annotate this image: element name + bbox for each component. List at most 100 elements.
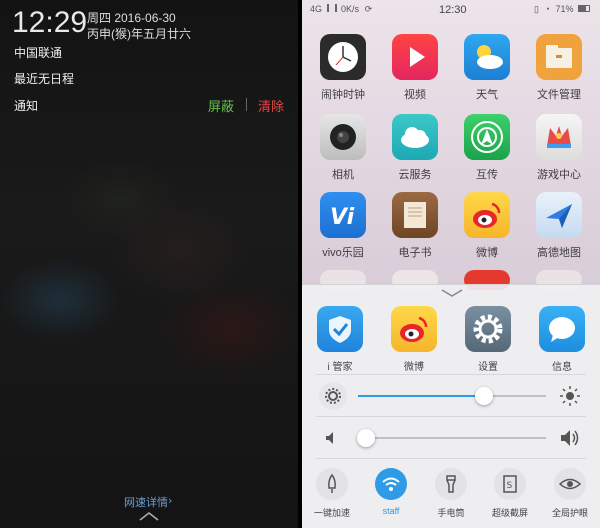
- network-speed-link[interactable]: 网速详情: [124, 494, 168, 510]
- status-right: ▯ ◔ 71%: [534, 4, 590, 15]
- app-label: 高德地图: [537, 247, 581, 259]
- gear-icon: [325, 388, 341, 404]
- wifi-icon: [375, 468, 407, 500]
- volume-high-icon: [561, 430, 579, 446]
- volume-thumb[interactable]: [357, 429, 375, 447]
- file-manager-icon: [536, 34, 582, 80]
- quick-app-messages[interactable]: 信息: [530, 306, 594, 373]
- volume-row: [302, 420, 600, 456]
- schedule-status: 最近无日程: [14, 72, 75, 86]
- volume-low-icon: [326, 432, 333, 444]
- toggle-label: 一键加速: [313, 508, 350, 518]
- app-weibo[interactable]: 微博: [452, 192, 522, 260]
- brightness-icon: [560, 386, 580, 406]
- app-clock[interactable]: 闹钟时钟: [308, 34, 378, 102]
- quick-app-weibo[interactable]: 微博: [382, 306, 446, 373]
- chevron-up-icon[interactable]: [138, 510, 160, 522]
- screenshot-icon: S: [494, 468, 526, 500]
- game-center-icon: [536, 114, 582, 160]
- notifications-label: 通知: [14, 99, 39, 113]
- app-game-center[interactable]: 游戏中心: [524, 114, 594, 182]
- toggle-label: staff: [382, 506, 400, 516]
- app-label: 电子书: [398, 247, 432, 259]
- toggle-label: 超级截屏: [491, 508, 528, 518]
- app-video[interactable]: 视频: [380, 34, 450, 102]
- app-label: 相机: [332, 169, 354, 181]
- app-label: 微博: [476, 247, 498, 259]
- clear-button[interactable]: 清除: [258, 96, 284, 115]
- messages-icon: [539, 306, 585, 352]
- toggle-boost[interactable]: 一键加速: [302, 468, 362, 519]
- video-icon: [392, 34, 438, 80]
- svg-text:S: S: [507, 481, 513, 491]
- app-amap[interactable]: 高德地图: [524, 192, 594, 260]
- flashlight-icon: [435, 468, 467, 500]
- chevron-down-icon[interactable]: [440, 288, 464, 298]
- battery-level: 71%: [555, 4, 574, 14]
- app-label: vivo乐园: [322, 247, 364, 259]
- lock-lunar-date: 丙申(猴)年五月廿六: [87, 27, 191, 41]
- volume-slider[interactable]: [357, 429, 546, 447]
- quick-app-label: 信息: [552, 362, 572, 373]
- app-label: 视频: [404, 89, 426, 101]
- vivo-park-icon: Vi: [320, 192, 366, 238]
- app-cloud-service[interactable]: 云服务: [380, 114, 450, 182]
- i-manager-icon: [317, 306, 363, 352]
- brightness-row: [302, 378, 600, 414]
- quick-app-label: 设置: [478, 362, 498, 373]
- app-label: 云服务: [398, 169, 432, 181]
- app-label: 天气: [476, 89, 498, 101]
- clock-icon: [320, 34, 366, 80]
- brightness-thumb[interactable]: [475, 387, 493, 405]
- eye-icon: [554, 468, 586, 500]
- app-label: 游戏中心: [537, 169, 581, 181]
- app-vivo-park[interactable]: Vi vivo乐园: [308, 192, 378, 260]
- lock-time: 12:29: [12, 6, 88, 39]
- settings-icon: [465, 306, 511, 352]
- toggle-eye-care[interactable]: 全局护眼: [540, 468, 600, 519]
- lock-screen-panel: 12:29 周四 2016-06-30 丙申(猴)年五月廿六 中国联通 最近无日…: [0, 0, 298, 528]
- lock-date: 周四 2016-06-30: [87, 11, 176, 25]
- toggle-wifi[interactable]: staff: [361, 468, 421, 516]
- auto-brightness-button[interactable]: [319, 382, 347, 410]
- home-screen-panel: 4G 0K/s ⟳ 12:30 ▯ ◔ 71% 闹钟时钟 视频 天气 文件管理 …: [302, 0, 600, 528]
- status-bar: 4G 0K/s ⟳ 12:30 ▯ ◔ 71%: [302, 0, 600, 20]
- app-file-manager[interactable]: 文件管理: [524, 34, 594, 102]
- network-speed: 0K/s: [341, 4, 360, 14]
- toggle-super-screenshot[interactable]: S 超级截屏: [480, 468, 540, 519]
- quick-app-label: i 管家: [327, 362, 353, 373]
- app-transfer[interactable]: 互传: [452, 114, 522, 182]
- weather-icon: [464, 34, 510, 80]
- transfer-icon: [464, 114, 510, 160]
- app-weather[interactable]: 天气: [452, 34, 522, 102]
- carrier-name: 中国联通: [14, 46, 63, 60]
- brightness-slider[interactable]: [358, 387, 546, 405]
- toggle-flashlight[interactable]: 手电筒: [421, 468, 481, 519]
- shield-button[interactable]: 屏蔽: [208, 96, 234, 115]
- amap-icon: [536, 192, 582, 238]
- rocket-icon: [316, 468, 348, 500]
- toggle-label: 全局护眼: [551, 508, 588, 518]
- action-separator: [246, 98, 247, 111]
- cloud-service-icon: [392, 114, 438, 160]
- divider: [316, 374, 586, 375]
- wifi-status-icon: ◔: [544, 4, 550, 14]
- divider: [316, 416, 586, 417]
- app-ebook[interactable]: 电子书: [380, 192, 450, 260]
- app-camera[interactable]: 相机: [308, 114, 378, 182]
- app-label: 闹钟时钟: [321, 89, 365, 101]
- weibo-icon: [391, 306, 437, 352]
- divider: [316, 458, 586, 459]
- app-label: 文件管理: [537, 89, 581, 101]
- vibrate-icon: ▯: [534, 4, 539, 14]
- signal-icon: [326, 4, 337, 12]
- quick-app-label: 微博: [404, 362, 424, 373]
- quick-app-settings[interactable]: 设置: [456, 306, 520, 373]
- app-label: 互传: [476, 169, 498, 181]
- sync-icon: ⟳: [364, 4, 373, 14]
- quick-app-i-manager[interactable]: i 管家: [308, 306, 372, 373]
- svg-text:Vi: Vi: [330, 205, 355, 230]
- status-time: 12:30: [439, 4, 467, 16]
- status-left: 4G 0K/s ⟳: [310, 4, 372, 15]
- toggle-label: 手电筒: [437, 508, 465, 518]
